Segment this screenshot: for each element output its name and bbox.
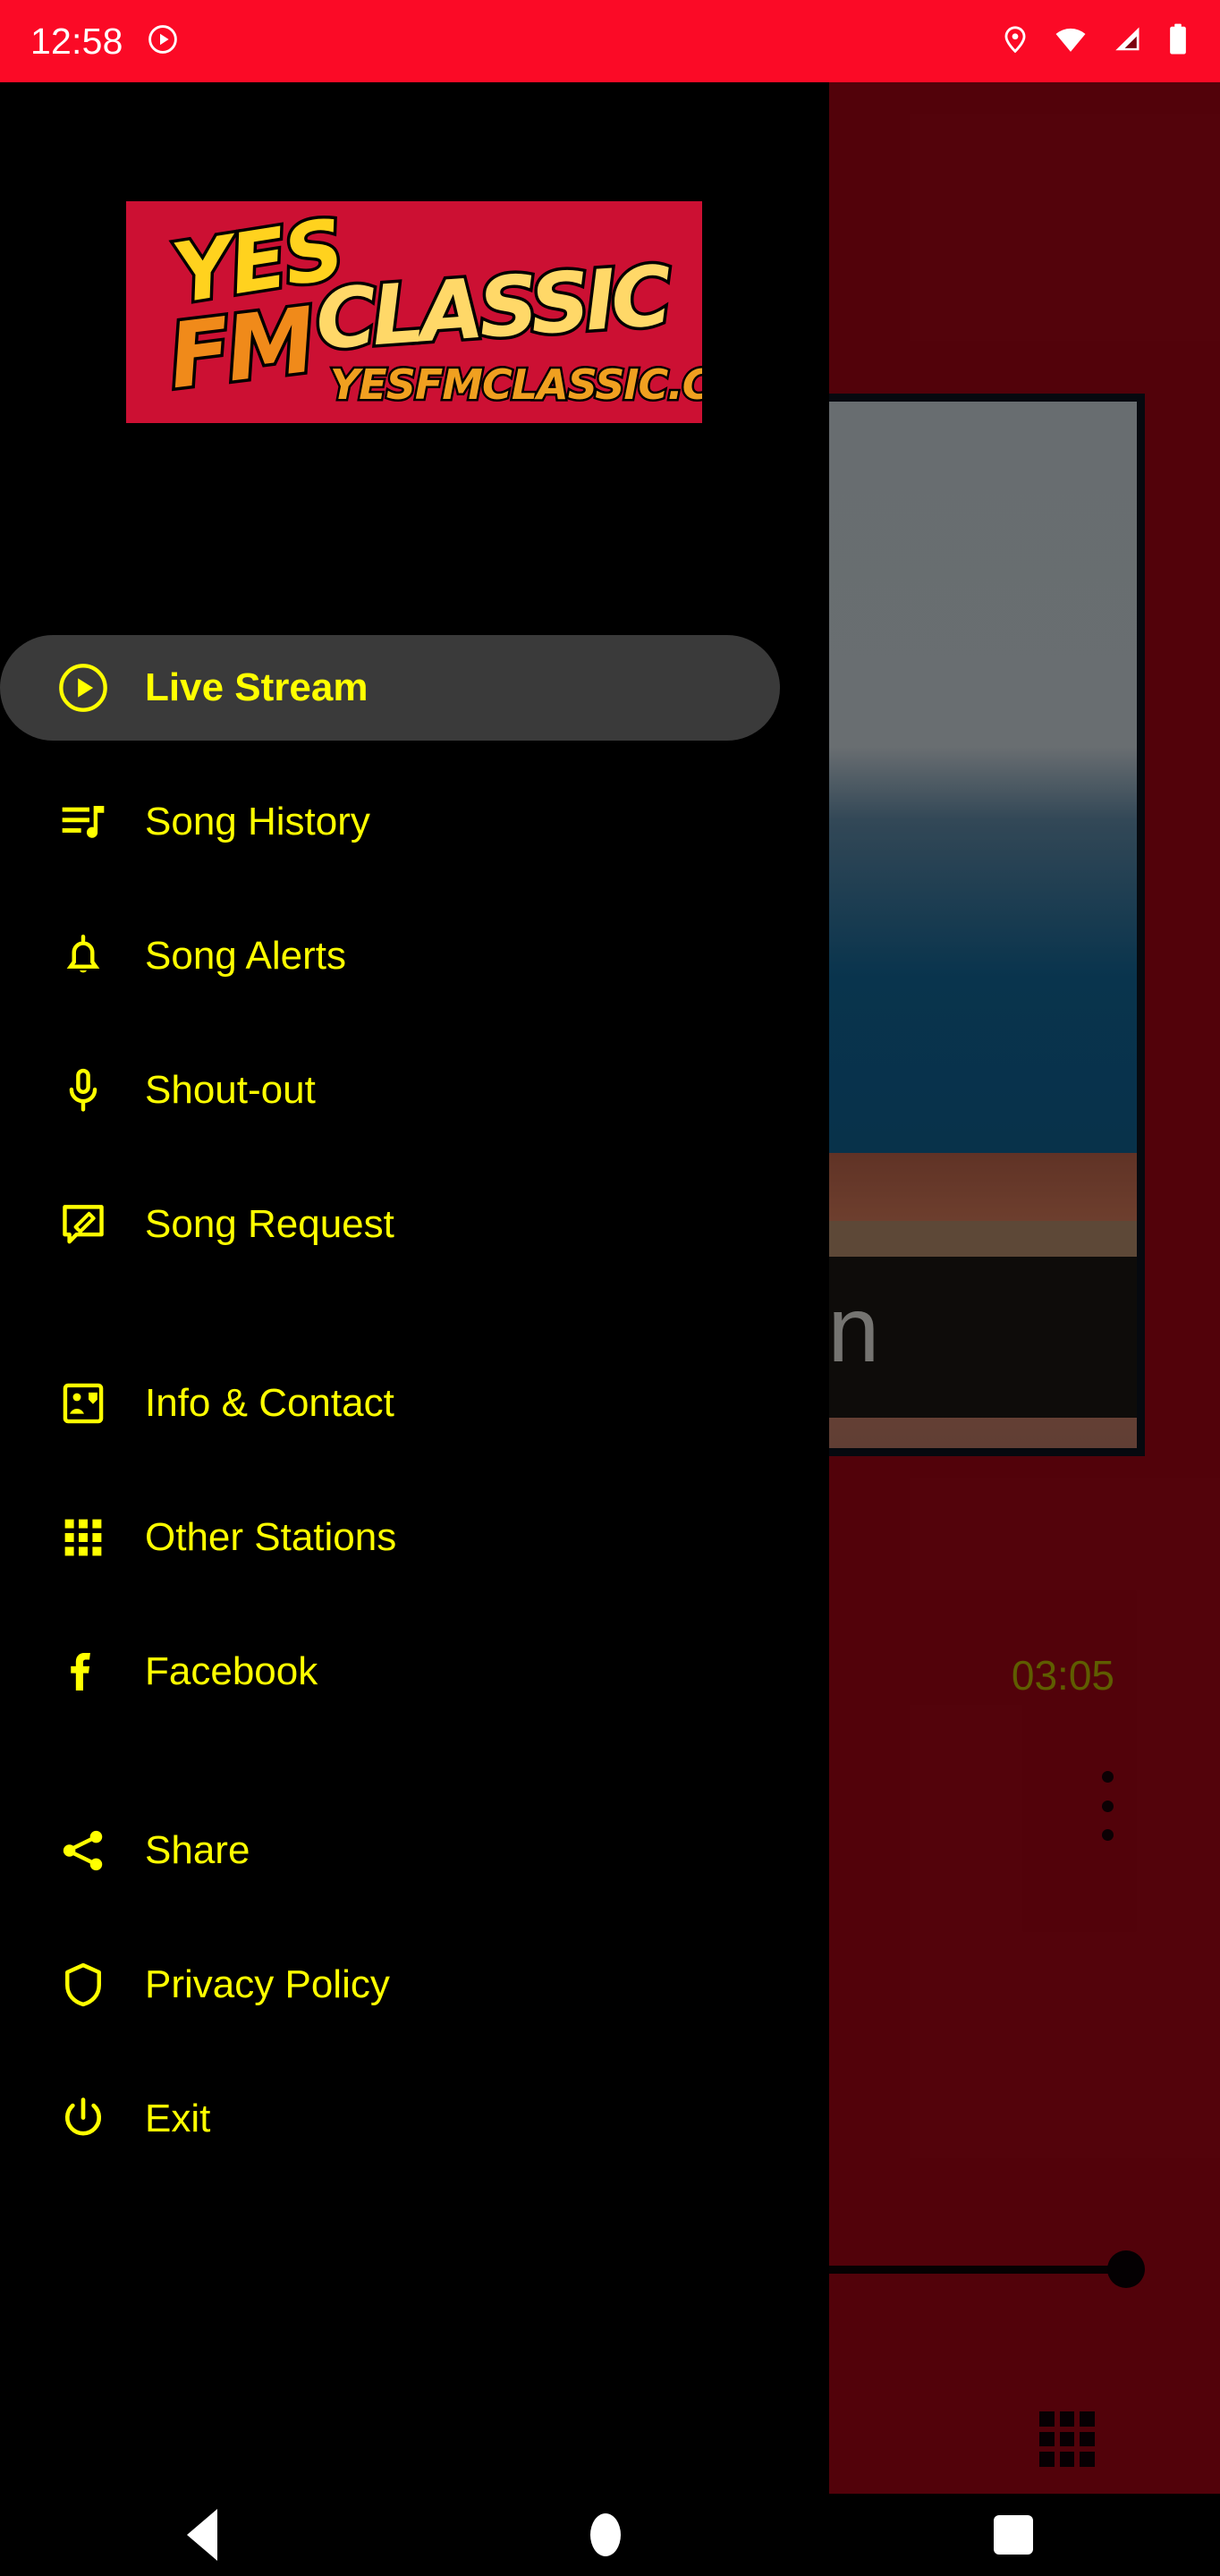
play-circle-icon (34, 662, 132, 714)
sidebar-item-shout-out[interactable]: Shout-out (0, 1038, 829, 1143)
menu-spacer (0, 1590, 829, 1619)
sidebar-item-label: Song History (145, 800, 370, 843)
menu-spacer (0, 2038, 829, 2066)
power-icon (34, 2094, 132, 2144)
sidebar-item-song-request[interactable]: Song Request (0, 1172, 829, 1277)
sidebar-item-label: Song Request (145, 1202, 394, 1246)
menu-group-divider (0, 1724, 829, 1798)
facebook-icon (34, 1647, 132, 1697)
sidebar-item-label: Song Alerts (145, 934, 347, 978)
sidebar-item-other-stations[interactable]: Other Stations (0, 1485, 829, 1590)
sidebar-item-label: Live Stream (145, 665, 369, 709)
logo-text-classic: CLASSIC (309, 245, 674, 371)
sidebar-item-label: Exit (145, 2097, 211, 2140)
sidebar-item-label: Shout-out (145, 1068, 316, 1112)
menu-spacer (0, 1903, 829, 1932)
sidebar-item-song-alerts[interactable]: Song Alerts (0, 903, 829, 1009)
menu-spacer (0, 1456, 829, 1485)
phone-screen: Rap, Dance,... for rain 03:05 Love (0, 0, 1220, 2576)
menu-group-divider (0, 1277, 829, 1351)
sidebar-item-live-stream[interactable]: Live Stream (0, 635, 780, 741)
logo-text-fm: FM (160, 284, 321, 412)
sidebar-item-privacy-policy[interactable]: Privacy Policy (0, 1932, 829, 2038)
share-icon (34, 1826, 132, 1876)
status-bar: 12:58 (0, 0, 1220, 82)
cellular-signal-icon (1111, 23, 1143, 60)
play-circle-icon (147, 23, 179, 60)
sidebar-item-label: Privacy Policy (145, 1962, 390, 2006)
home-circle-icon[interactable] (589, 2513, 621, 2556)
sidebar-item-label: Share (145, 1828, 250, 1872)
contact-card-icon (34, 1378, 132, 1428)
wifi-icon (1054, 22, 1088, 61)
system-navigation-bar (0, 2494, 1220, 2576)
queue-music-icon (34, 797, 132, 847)
status-bar-left: 12:58 (30, 21, 179, 63)
shield-icon (34, 1960, 132, 2010)
menu-spacer (0, 875, 829, 903)
menu-spacer (0, 1009, 829, 1038)
sidebar-item-label: Other Stations (145, 1515, 397, 1559)
recents-square-icon[interactable] (994, 2515, 1034, 2555)
menu-spacer (0, 1143, 829, 1172)
sidebar-item-info-contact[interactable]: Info & Contact (0, 1351, 829, 1456)
menu-spacer (0, 741, 829, 769)
navigation-drawer: YES FM CLASSIC YESFMCLASSIC.COM Live Str… (0, 82, 829, 2533)
bell-icon (34, 931, 132, 981)
battery-icon (1166, 22, 1190, 61)
sidebar-item-label: Facebook (145, 1649, 318, 1693)
microphone-icon (34, 1065, 132, 1115)
drawer-menu: Live Stream Song History Song Alerts Sho… (0, 635, 829, 2172)
sidebar-item-share[interactable]: Share (0, 1798, 829, 1903)
logo-text-url: YESFMCLASSIC.COM (327, 359, 708, 411)
status-bar-right (1000, 22, 1190, 61)
sidebar-item-facebook[interactable]: Facebook (0, 1619, 829, 1724)
apps-grid-icon (34, 1514, 132, 1561)
sidebar-item-song-history[interactable]: Song History (0, 769, 829, 875)
status-clock: 12:58 (30, 20, 123, 62)
back-triangle-icon[interactable] (186, 2509, 217, 2561)
app-logo: YES FM CLASSIC YESFMCLASSIC.COM (120, 195, 708, 429)
sidebar-item-exit[interactable]: Exit (0, 2066, 829, 2172)
location-icon (1000, 24, 1030, 59)
rate-review-icon (34, 1199, 132, 1250)
sidebar-item-label: Info & Contact (145, 1381, 394, 1425)
